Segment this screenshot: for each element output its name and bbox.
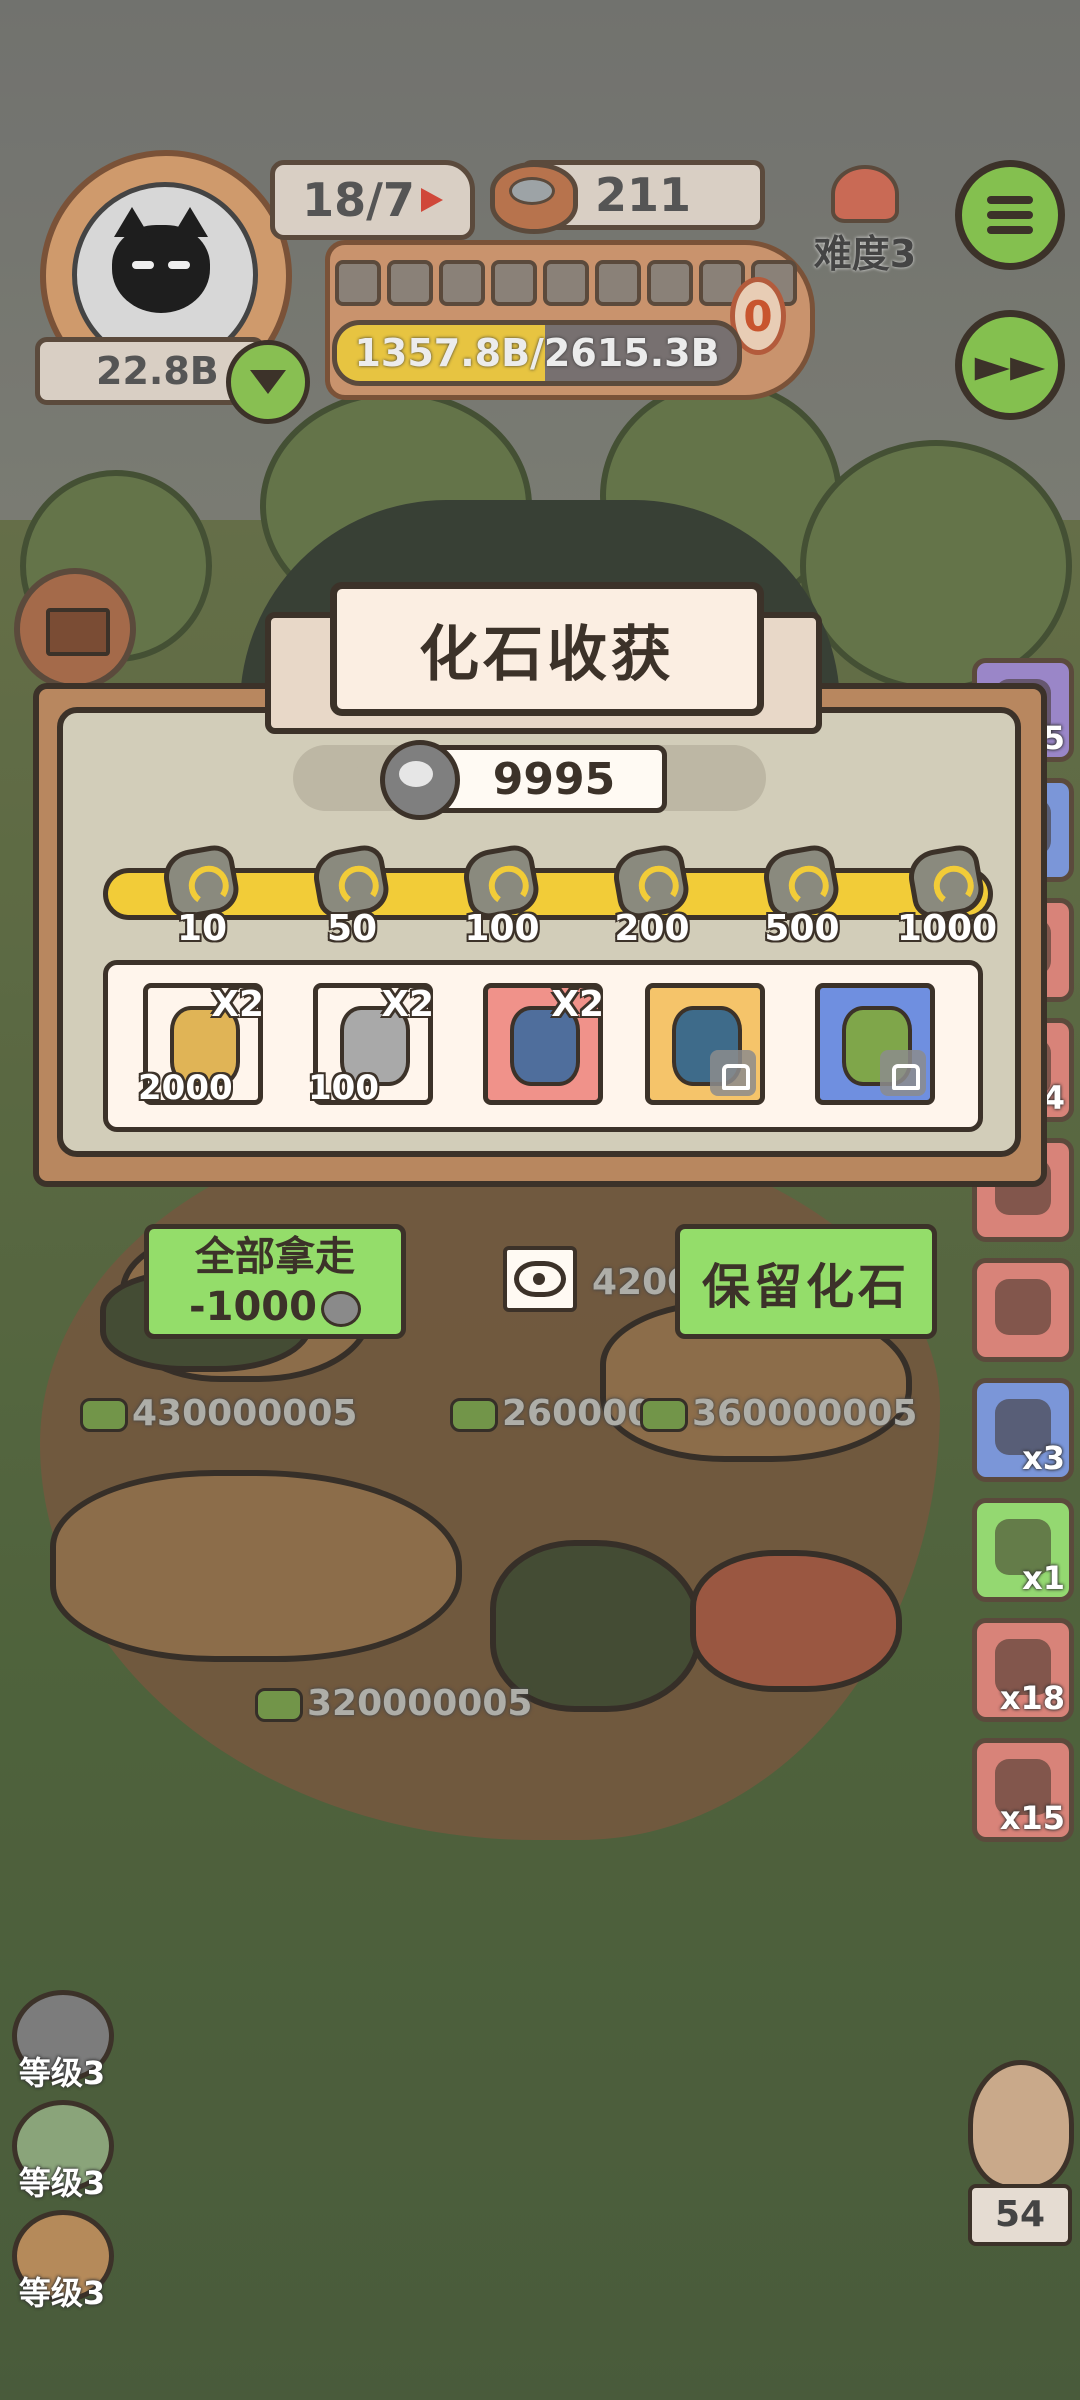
slot (595, 260, 641, 306)
slot (543, 260, 589, 306)
milestone-value: 50 (326, 908, 378, 949)
dialog-title-text: 化石收获 (419, 619, 675, 690)
owl-count: 54 (968, 2184, 1072, 2246)
zero-badge-text: 0 (743, 291, 773, 341)
take-all-label: 全部拿走 (195, 1233, 355, 1280)
side-item[interactable]: x1 (972, 1498, 1074, 1602)
slot (439, 260, 485, 306)
level-button[interactable]: 等级3 (12, 2210, 114, 2315)
reward-multiplier: X2 (381, 984, 434, 1025)
milestone-value: 200 (614, 908, 690, 949)
take-all-cost-text: -1000 (189, 1283, 317, 1330)
reward-sea-creature[interactable]: X2 (483, 983, 604, 1105)
milestone-value: 10 (176, 908, 228, 949)
fossil-icon (380, 740, 460, 820)
black-cat-icon (112, 207, 210, 313)
fossil-count: 9995 (492, 753, 616, 805)
milestone-value: 1000 (896, 908, 998, 949)
reward-quantity: 100 (308, 1068, 379, 1108)
flag-icon (420, 188, 443, 212)
reward-multiplier: X2 (551, 984, 604, 1025)
side-item[interactable]: x3 (972, 1378, 1074, 1482)
slot (491, 260, 537, 306)
money-text: 22.8B (96, 349, 219, 393)
cat-food-can-icon (490, 162, 578, 234)
keep-fossils-button[interactable]: 保留化石 (675, 1224, 937, 1339)
flame-icon (831, 165, 899, 223)
milestone-10: 10 (159, 842, 243, 949)
cat-eye (168, 261, 190, 269)
milestone-50: 50 (309, 842, 393, 949)
can-count: 211 (595, 168, 692, 222)
item-count: x18 (999, 1679, 1065, 1717)
owl-icon (968, 2060, 1074, 2190)
difficulty-label: 难度3 (813, 232, 917, 276)
slot (335, 260, 381, 306)
cat-eye (132, 261, 154, 269)
milestone-value: 500 (764, 908, 840, 949)
item-icon (995, 1279, 1051, 1335)
milestone-200: 200 (609, 842, 693, 949)
eye-icon (514, 1261, 566, 1297)
side-item[interactable] (972, 1258, 1074, 1362)
preview-button[interactable] (503, 1246, 577, 1312)
reward-multiplier: X2 (211, 984, 264, 1025)
take-all-button[interactable]: 全部拿走 -1000 (144, 1224, 406, 1339)
heart-icon (250, 370, 286, 394)
supply-box-button[interactable] (14, 568, 136, 690)
fossil-icon (320, 1290, 361, 1327)
milestone-100: 100 (459, 842, 543, 949)
reward-quantity: 2000 (138, 1068, 233, 1108)
reward-can-pack[interactable]: X2 100 (308, 983, 434, 1108)
reward-blue-dinosaur[interactable] (645, 983, 765, 1105)
fast-forward-icon: ►► (974, 338, 1046, 392)
difficulty-indicator[interactable]: 难度3 (810, 165, 920, 276)
level-label: 等级3 (18, 2054, 106, 2092)
item-count: x15 (999, 1799, 1065, 1837)
slot (387, 260, 433, 306)
bone-end (293, 745, 359, 811)
item-count: x3 (1022, 1439, 1065, 1477)
milestone-500: 500 (759, 842, 843, 949)
level-button[interactable]: 等级3 (12, 1990, 114, 2095)
milestone-value: 100 (464, 908, 540, 949)
level-label: 等级3 (18, 2164, 106, 2202)
level-button[interactable]: 等级3 (12, 2100, 114, 2205)
side-item[interactable]: x18 (972, 1618, 1074, 1722)
wave-counter: 18/7 (270, 160, 475, 240)
progress-text: 1357.8B/2615.3B (354, 331, 720, 375)
menu-icon (987, 196, 1033, 234)
heart-button[interactable] (226, 340, 310, 424)
slot (647, 260, 693, 306)
dialog-title: 化石收获 (330, 582, 764, 716)
fast-forward-button[interactable]: ►► (955, 310, 1065, 420)
side-item[interactable]: x15 (972, 1738, 1074, 1842)
money-progress-bar: 1357.8B/2615.3B (332, 320, 742, 386)
reward-green-can[interactable] (815, 983, 935, 1105)
take-all-cost: -1000 (189, 1282, 361, 1332)
wave-text: 18/7 (302, 173, 415, 227)
level-label: 等级3 (18, 2274, 106, 2312)
keep-fossils-label: 保留化石 (701, 1258, 910, 1315)
lock-icon (710, 1050, 756, 1096)
milestone-1000: 1000 (897, 842, 997, 949)
lock-icon (880, 1050, 926, 1096)
item-count: x1 (1022, 1559, 1065, 1597)
slot-row (335, 260, 797, 306)
reward-paw-coin-bag[interactable]: X2 2000 (138, 983, 264, 1108)
menu-button[interactable] (955, 160, 1065, 270)
bone-end (700, 745, 766, 811)
owl-counter[interactable]: 54 (968, 2060, 1074, 2246)
